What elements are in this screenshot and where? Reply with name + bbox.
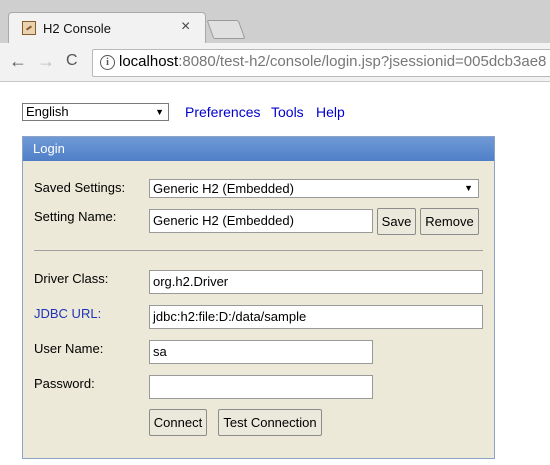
save-button[interactable]: Save: [377, 208, 416, 235]
info-icon[interactable]: i: [100, 55, 115, 70]
password-field[interactable]: [149, 375, 373, 399]
tab-title: H2 Console: [43, 21, 111, 36]
preferences-link[interactable]: Preferences: [185, 104, 260, 120]
browser-tab[interactable]: H2 Console ×: [8, 12, 206, 44]
chevron-down-icon: ▼: [464, 183, 473, 193]
close-tab-icon[interactable]: ×: [181, 18, 190, 36]
tools-link[interactable]: Tools: [271, 104, 304, 120]
remove-button[interactable]: Remove: [420, 208, 479, 235]
url-text: localhost:8080/test-h2/console/login.jsp…: [119, 53, 546, 70]
setting-name-field[interactable]: Generic H2 (Embedded): [149, 209, 373, 233]
divider: [34, 250, 483, 251]
browser-toolbar: ← → C i localhost:8080/test-h2/console/l…: [0, 43, 550, 82]
help-link[interactable]: Help: [316, 104, 345, 120]
login-header: Login: [23, 137, 494, 161]
jdbc-url-label[interactable]: JDBC URL:: [34, 306, 101, 321]
address-bar[interactable]: i localhost:8080/test-h2/console/login.j…: [92, 49, 550, 77]
browser-tab-strip: H2 Console ×: [0, 0, 550, 44]
saved-settings-select[interactable]: Generic H2 (Embedded) ▼: [149, 179, 479, 198]
driver-class-field[interactable]: org.h2.Driver: [149, 270, 483, 294]
url-host: localhost: [119, 53, 179, 70]
setting-name-label: Setting Name:: [34, 209, 117, 224]
user-name-field[interactable]: sa: [149, 340, 373, 364]
new-tab-button[interactable]: [206, 20, 246, 39]
language-select[interactable]: English ▼: [22, 103, 169, 121]
back-arrow-icon[interactable]: ←: [9, 51, 27, 72]
forward-arrow-icon[interactable]: →: [37, 51, 55, 72]
user-name-label: User Name:: [34, 341, 104, 356]
url-path: :8080/test-h2/console/login.jsp?jsession…: [178, 53, 547, 70]
h2-favicon-icon: [22, 21, 36, 35]
test-connection-button[interactable]: Test Connection: [218, 409, 322, 436]
saved-settings-label: Saved Settings:: [34, 180, 126, 195]
login-panel: Login Saved Settings: Generic H2 (Embedd…: [22, 136, 495, 459]
driver-class-label: Driver Class:: [34, 271, 109, 286]
connect-button[interactable]: Connect: [149, 409, 207, 436]
password-label: Password:: [34, 376, 95, 391]
jdbc-url-field[interactable]: jdbc:h2:file:D:/data/sample: [149, 305, 483, 329]
reload-icon[interactable]: C: [66, 52, 78, 70]
chevron-down-icon: ▼: [155, 107, 164, 117]
language-value: English: [26, 104, 69, 119]
saved-settings-value: Generic H2 (Embedded): [153, 181, 294, 196]
